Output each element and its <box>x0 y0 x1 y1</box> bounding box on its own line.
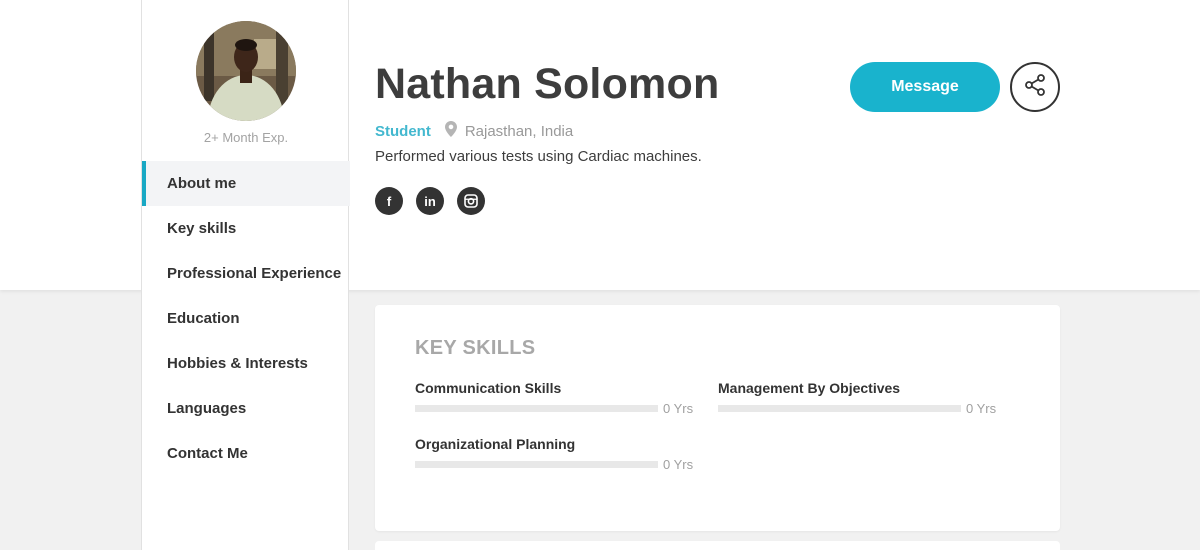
share-button[interactable] <box>1010 62 1060 112</box>
facebook-icon[interactable]: f <box>375 187 403 215</box>
skill-years: 0 Yrs <box>966 401 997 416</box>
profile-description: Performed various tests using Cardiac ma… <box>375 148 702 165</box>
skill-item: Communication Skills 0 Yrs <box>415 380 695 416</box>
sidebar-item-contact-me[interactable]: Contact Me <box>142 431 350 476</box>
sidebar-nav: About me Key skills Professional Experie… <box>142 161 350 476</box>
key-skills-title: KEY SKILLS <box>415 337 536 359</box>
sidebar: 2+ Month Exp. About me Key skills Profes… <box>141 0 350 550</box>
sidebar-item-key-skills[interactable]: Key skills <box>142 206 350 251</box>
skill-bar <box>415 405 658 412</box>
skill-years: 0 Yrs <box>663 401 694 416</box>
sidebar-item-hobbies-interests[interactable]: Hobbies & Interests <box>142 341 350 386</box>
avatar <box>196 21 296 121</box>
role-label: Student <box>375 122 431 140</box>
share-icon <box>1023 73 1047 102</box>
social-links: f in <box>375 187 498 215</box>
next-section-card <box>375 541 1060 550</box>
skill-years: 0 Yrs <box>663 457 694 472</box>
profile-meta: Student Rajasthan, India <box>375 121 573 141</box>
profile-name: Nathan Solomon <box>375 60 720 108</box>
message-button[interactable]: Message <box>850 62 1000 112</box>
location-pin-icon <box>444 121 457 141</box>
linkedin-icon[interactable]: in <box>416 187 444 215</box>
skill-name: Organizational Planning <box>415 436 576 452</box>
skill-bar <box>415 461 658 468</box>
location-label: Rajasthan, India <box>464 122 574 140</box>
skill-name: Management By Objectives <box>718 380 901 396</box>
experience-label: 2+ Month Exp. <box>203 130 289 145</box>
key-skills-card: KEY SKILLS Communication Skills 0 Yrs Ma… <box>375 305 1060 531</box>
sidebar-item-about-me[interactable]: About me <box>142 161 350 206</box>
skill-bar <box>718 405 961 412</box>
skill-item: Management By Objectives 0 Yrs <box>718 380 998 416</box>
sidebar-item-languages[interactable]: Languages <box>142 386 350 431</box>
sidebar-item-professional-experience[interactable]: Professional Experience <box>142 251 350 296</box>
skill-item: Organizational Planning 0 Yrs <box>415 436 695 472</box>
skill-name: Communication Skills <box>415 380 562 396</box>
instagram-icon[interactable] <box>457 187 485 215</box>
sidebar-item-education[interactable]: Education <box>142 296 350 341</box>
